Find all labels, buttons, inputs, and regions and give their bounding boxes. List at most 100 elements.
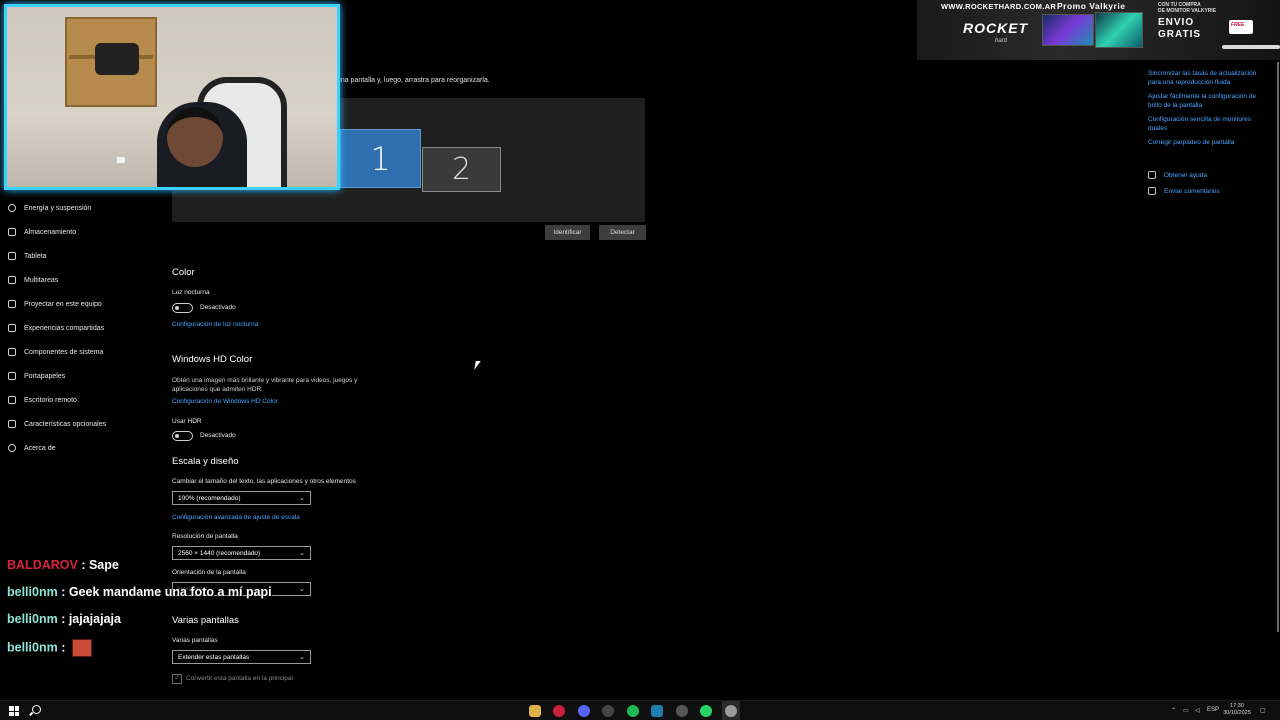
use-hdr-toggle[interactable] <box>172 431 193 441</box>
spotify-icon[interactable] <box>627 705 639 717</box>
clock[interactable]: 17:30 30/10/2025 <box>1220 703 1254 717</box>
send-feedback-link[interactable]: Enviar comentarios <box>1148 187 1220 195</box>
multitasking-icon <box>8 276 16 284</box>
scale-dropdown[interactable]: 100% (recomendado) ⌄ <box>172 491 311 505</box>
file-explorer-icon[interactable] <box>529 705 541 717</box>
multiple-displays-label: Varias pantallas <box>172 637 218 644</box>
settings-taskbar-item[interactable] <box>722 701 740 720</box>
monitor-1-tile[interactable]: 1 <box>340 129 421 188</box>
get-help-label: Obtener ayuda <box>1164 171 1208 179</box>
night-light-toggle[interactable] <box>172 303 193 313</box>
sidebar-item-label: Energía y suspensión <box>24 204 92 212</box>
chat-message: BALDAROV : Sape <box>7 558 119 572</box>
sidebar-item-tableta[interactable]: Tableta <box>0 245 160 267</box>
chat-text: Geek mandame una foto a mí papi <box>68 585 272 599</box>
rocket-logo: ROCKET <box>963 20 1029 36</box>
whatsapp-icon[interactable] <box>700 705 712 717</box>
power-icon <box>8 204 16 212</box>
scale-label: Cambiar el tamaño del texto, las aplicac… <box>172 478 356 485</box>
notifications-icon[interactable]: ▢ <box>1260 707 1266 714</box>
multiple-displays-dropdown[interactable]: Extender estas pantallas ⌄ <box>172 650 311 664</box>
sidebar-item-energia[interactable]: Energía y suspensión <box>0 197 160 219</box>
sidebar-item-portapapeles[interactable]: Portapapeles <box>0 365 160 387</box>
resolution-value: 2560 × 1440 (recomendado) <box>178 549 261 557</box>
clock-time: 17:30 <box>1230 703 1244 709</box>
truck-free-text: FREE <box>1231 22 1245 28</box>
banner-small-text: CON TU COMPRA DE MONITOR VALKYRIE <box>1158 2 1217 14</box>
storage-icon <box>8 228 16 236</box>
sidebar-item-experiencias[interactable]: Experiencias compartidas <box>0 317 160 339</box>
scale-value: 100% (recomendado) <box>178 494 241 502</box>
sidebar-item-label: Almacenamiento <box>24 228 77 236</box>
chat-message: belli0nm : jajajajaja <box>7 612 121 626</box>
language-indicator[interactable]: ESP <box>1207 707 1219 713</box>
gear-icon <box>725 705 737 717</box>
sidebar-item-proyectar[interactable]: Proyectar en este equipo <box>0 293 160 315</box>
night-light-settings-link[interactable]: Configuración de luz nocturna <box>172 321 258 328</box>
discord-icon[interactable] <box>578 705 590 717</box>
resolution-label: Resolución de pantalla <box>172 533 238 540</box>
related-link-flicker[interactable]: Corregir parpadeo de pantalla <box>1148 138 1270 147</box>
app-icon[interactable] <box>651 705 663 717</box>
emote-icon <box>71 639 92 657</box>
shared-experiences-icon <box>8 324 16 332</box>
opera-icon[interactable] <box>553 705 565 717</box>
make-main-display-label: Convertir esta pantalla en la principal <box>186 675 293 682</box>
sidebar-item-caracteristicas[interactable]: Características opcionales <box>0 413 160 435</box>
sidebar-item-multitareas[interactable]: Multitareas <box>0 269 160 291</box>
sidebar-item-acerca-de[interactable]: Acerca de <box>0 437 160 459</box>
use-hdr-state: Desactivado <box>200 432 236 439</box>
sidebar-item-label: Acerca de <box>24 444 56 452</box>
sidebar-item-almacenamiento[interactable]: Almacenamiento <box>0 221 160 243</box>
chat-username: belli0nm <box>7 585 58 599</box>
chat-message: belli0nm : Geek mandame una foto a mí pa… <box>7 585 272 599</box>
chevron-down-icon: ⌄ <box>299 550 305 557</box>
related-link-brightness[interactable]: Ajustar fácilmente la configuración de b… <box>1148 92 1270 110</box>
sidebar-item-label: Proyectar en este equipo <box>24 300 102 308</box>
vertical-scrollbar[interactable] <box>1277 62 1279 632</box>
chevron-down-icon: ⌄ <box>299 586 305 593</box>
banner-bar <box>1222 45 1280 49</box>
make-main-display-checkbox[interactable] <box>172 673 182 684</box>
sidebar-item-label: Escritorio remoto <box>24 396 77 404</box>
chat-username: belli0nm <box>7 612 58 626</box>
banner-envio-gratis: ENVIO GRATIS <box>1158 17 1202 40</box>
obs-icon[interactable] <box>602 705 614 717</box>
tray-chevron-icon[interactable]: ⌃ <box>1171 707 1176 714</box>
steam-icon[interactable] <box>676 705 688 717</box>
banner-url: WWW.ROCKETHARD.COM.AR <box>941 2 1057 11</box>
help-icon <box>1148 171 1156 179</box>
scale-heading: Escala y diseño <box>172 456 239 467</box>
sponsor-banner: WWW.ROCKETHARD.COM.AR ROCKET hard Promo … <box>917 0 1280 60</box>
feedback-icon <box>1148 187 1156 195</box>
chat-text: Sape <box>88 558 119 572</box>
multiple-displays-value: Extender estas pantallas <box>178 653 250 661</box>
network-icon[interactable]: ▭ <box>1183 707 1189 714</box>
monitor-2-tile[interactable]: 2 <box>422 147 501 192</box>
sidebar-item-label: Características opcionales <box>24 420 107 428</box>
get-help-link[interactable]: Obtener ayuda <box>1148 171 1207 179</box>
sidebar-item-label: Multitareas <box>24 276 59 284</box>
detect-button[interactable]: Detectar <box>599 225 646 240</box>
advanced-scaling-link[interactable]: Configuración avanzada de ajuste de esca… <box>172 514 300 521</box>
project-icon <box>8 300 16 308</box>
windows-start-icon[interactable] <box>9 706 19 716</box>
related-link-dual-monitors[interactable]: Configuración sencilla de monitores dual… <box>1148 115 1270 133</box>
optional-features-icon <box>8 420 16 428</box>
sidebar-item-componentes[interactable]: Componentes de sistema <box>0 341 160 363</box>
banner-promo: Promo Valkyrie <box>1057 1 1126 11</box>
resolution-dropdown[interactable]: 2560 × 1440 (recomendado) ⌄ <box>172 546 311 560</box>
clipboard-icon <box>8 372 16 380</box>
search-icon[interactable] <box>32 705 41 714</box>
night-light-label: Luz nocturna <box>172 289 210 296</box>
sidebar-item-escritorio-remoto[interactable]: Escritorio remoto <box>0 389 160 411</box>
related-link-refresh-sync[interactable]: Sincronizar las tasas de actualización p… <box>1148 69 1270 87</box>
use-hdr-label: Usar HDR <box>172 418 202 425</box>
identify-button[interactable]: Identificar <box>545 225 590 240</box>
volume-icon[interactable]: ◁ <box>1195 707 1200 714</box>
banner-monitor-image <box>1095 12 1143 48</box>
info-icon <box>8 444 16 452</box>
hdr-settings-link[interactable]: Configuración de Windows HD Color <box>172 398 278 405</box>
color-heading: Color <box>172 267 195 278</box>
webcam-head <box>167 107 223 167</box>
